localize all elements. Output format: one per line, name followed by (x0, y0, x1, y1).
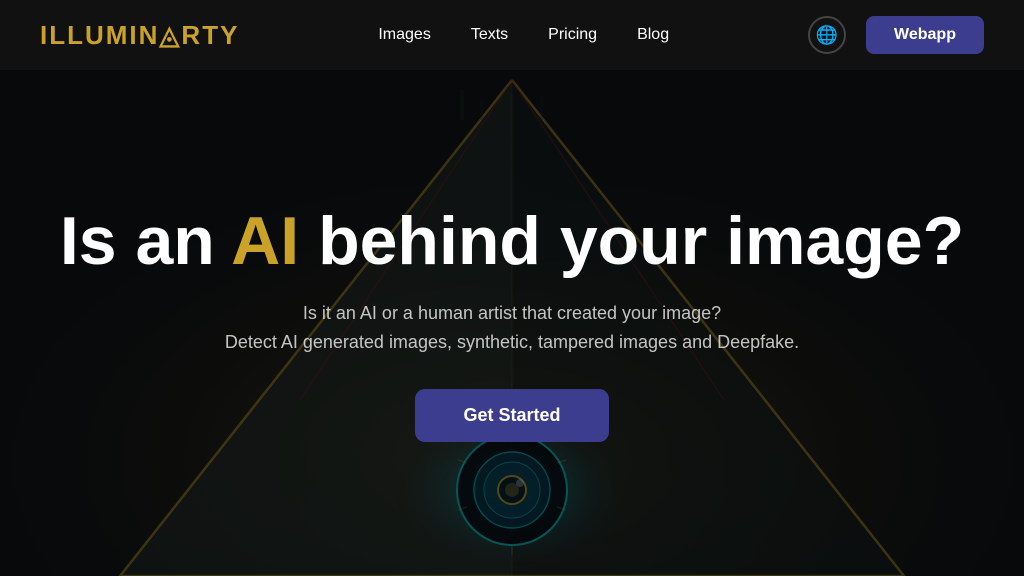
hero-subtitle-1: Is it an AI or a human artist that creat… (303, 303, 721, 324)
nav-links: Images Texts Pricing Blog (378, 26, 669, 44)
globe-icon: 🌐 (816, 25, 838, 46)
nav-texts-link[interactable]: Texts (471, 26, 508, 44)
logo[interactable]: ILLUMIN◬RTY (40, 20, 239, 51)
hero-title-ai: AI (231, 203, 299, 279)
hero-subtitle-2: Detect AI generated images, synthetic, t… (225, 332, 799, 353)
hero-content: Is an AI behind your image? Is it an AI … (0, 70, 1024, 576)
webapp-button[interactable]: Webapp (866, 16, 984, 54)
nav-images-link[interactable]: Images (378, 26, 430, 44)
navbar: ILLUMIN◬RTY Images Texts Pricing Blog 🌐 … (0, 0, 1024, 70)
hero-title-part2: behind your image? (299, 203, 964, 279)
nav-blog-link[interactable]: Blog (637, 26, 669, 44)
logo-text-part2: RTY (181, 20, 239, 50)
logo-text-part1: ILLUMIN (40, 20, 159, 50)
hero-title: Is an AI behind your image? (60, 204, 964, 279)
nav-pricing-link[interactable]: Pricing (548, 26, 597, 44)
logo-text: ILLUMIN◬RTY (40, 20, 239, 51)
hero-title-part1: Is an (60, 203, 231, 279)
get-started-button[interactable]: Get Started (415, 389, 608, 442)
language-button[interactable]: 🌐 (808, 16, 846, 54)
nav-right: 🌐 Webapp (808, 16, 984, 54)
logo-eye-symbol: ◬ (159, 20, 181, 50)
